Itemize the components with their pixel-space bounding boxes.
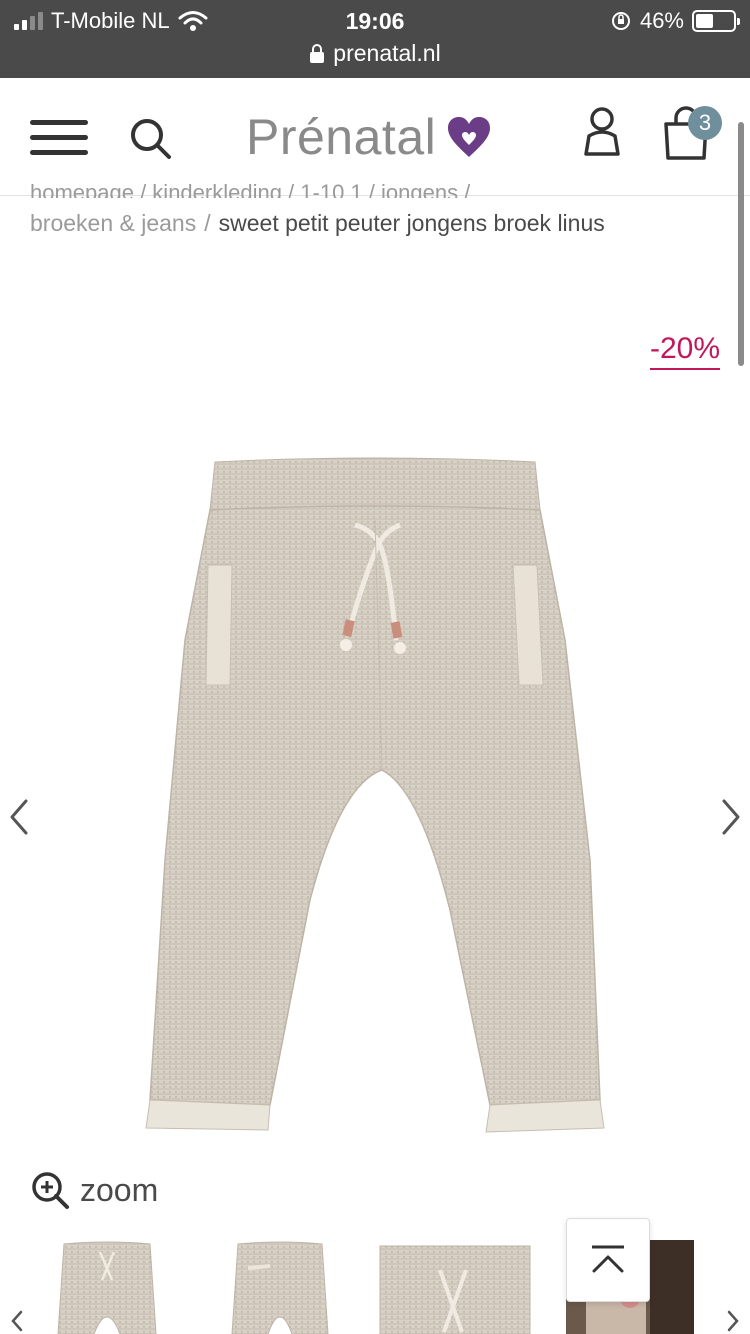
battery-percent: 46%	[639, 8, 684, 33]
zoom-button[interactable]: zoom	[30, 1170, 158, 1210]
discount-badge: -20%	[649, 332, 720, 370]
thumbnail-3[interactable]	[378, 1240, 532, 1334]
site-logo[interactable]: Prénatal	[246, 108, 492, 166]
search-icon[interactable]	[128, 116, 172, 160]
logo-text: Prénatal	[246, 109, 437, 165]
battery-icon	[692, 10, 740, 32]
thumbnail-1[interactable]	[52, 1240, 162, 1334]
status-right: 46%	[610, 8, 740, 34]
zoom-in-icon	[32, 1172, 69, 1209]
thumbnail-2[interactable]	[228, 1240, 332, 1334]
zoom-label: zoom	[80, 1171, 159, 1208]
lock-icon	[310, 43, 325, 63]
hamburger-menu-icon[interactable]	[30, 120, 90, 160]
product-image[interactable]	[120, 440, 630, 1150]
url-bar[interactable]: prenatal.nl	[0, 40, 750, 67]
cart-count-badge: 3	[688, 106, 722, 140]
orientation-lock-icon	[611, 12, 630, 30]
breadcrumb: broeken & jeans / sweet petit peuter jonge…	[30, 210, 605, 237]
site-header: Prénatal	[0, 78, 750, 196]
chevron-right-icon[interactable]	[716, 795, 746, 839]
arrow-up-icon	[592, 1245, 624, 1273]
breadcrumb-clipped: homepage / kinderkleding / 1-10 1 / jong…	[30, 180, 471, 198]
heart-logo-icon	[448, 117, 491, 157]
breadcrumb-separator: /	[204, 210, 211, 236]
page-scrollbar[interactable]	[738, 122, 744, 366]
back-to-top-button[interactable]	[566, 1218, 650, 1302]
url-text: prenatal.nl	[333, 40, 441, 66]
breadcrumb-current: sweet petit peuter jongens broek linus	[218, 210, 605, 236]
status-bar: T-Mobile NL 19:06 46% prenatal.nl	[0, 0, 750, 78]
chevron-left-icon[interactable]	[4, 795, 34, 839]
user-icon[interactable]	[580, 106, 624, 158]
breadcrumb-item[interactable]: broeken & jeans	[30, 210, 196, 236]
